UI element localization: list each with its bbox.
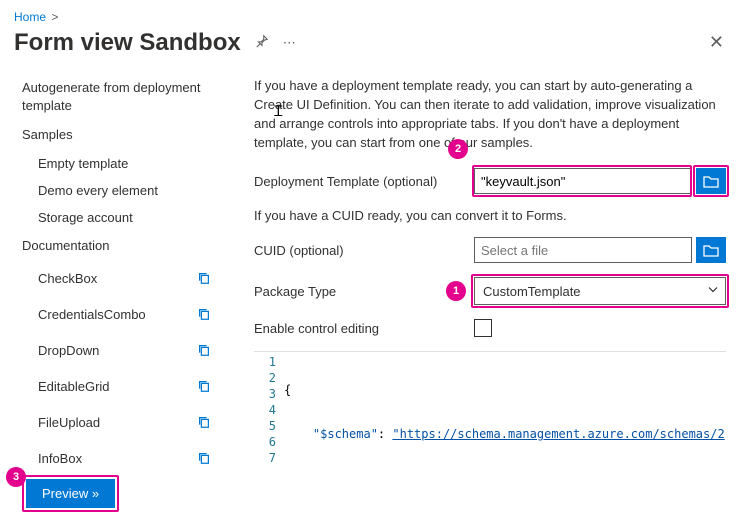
copy-icon[interactable] — [192, 446, 216, 470]
cuid-text: If you have a CUID ready, you can conver… — [254, 208, 726, 223]
sidebar-item-storage-account[interactable]: Storage account — [6, 204, 222, 231]
deployment-template-input[interactable] — [474, 168, 692, 194]
sidebar-item-demo-every-element[interactable]: Demo every element — [6, 177, 222, 204]
sidebar-item-editablegrid[interactable]: EditableGrid — [6, 368, 222, 404]
label-cuid: CUID (optional) — [254, 243, 474, 258]
preview-button[interactable]: Preview » — [26, 479, 115, 508]
sidebar-item-empty-template[interactable]: Empty template — [6, 150, 222, 177]
copy-icon[interactable] — [192, 302, 216, 326]
row-deployment-template: Deployment Template (optional) — [254, 168, 726, 194]
row-enable-editing: Enable control editing — [254, 319, 726, 337]
sidebar-item-fileupload[interactable]: FileUpload — [6, 404, 222, 440]
sidebar: Autogenerate from deployment template Sa… — [0, 67, 222, 487]
more-icon[interactable]: ⋯ — [283, 35, 297, 51]
copy-icon[interactable] — [192, 410, 216, 434]
cuid-input[interactable] — [474, 237, 692, 263]
code-editor[interactable]: 1234567 { "$schema": "https://schema.man… — [254, 351, 726, 466]
breadcrumb-sep: > — [51, 10, 58, 24]
intro-text: If you have a deployment template ready,… — [254, 77, 726, 152]
row-package-type: Package Type 1 CustomTemplate — [254, 277, 726, 305]
copy-icon[interactable] — [192, 266, 216, 290]
cuid-browse-button[interactable] — [696, 237, 726, 263]
deployment-template-browse-button[interactable] — [696, 168, 726, 194]
page-header: Form view Sandbox ⋯ ✕ — [0, 26, 742, 67]
breadcrumb-home[interactable]: Home — [14, 10, 46, 24]
copy-icon[interactable] — [192, 374, 216, 398]
main-panel: If you have a deployment template ready,… — [232, 67, 742, 487]
callout-badge-3: 3 — [6, 467, 26, 487]
sidebar-group-documentation[interactable]: Documentation — [6, 231, 222, 261]
enable-editing-checkbox[interactable] — [474, 319, 492, 337]
sidebar-item-checkbox[interactable]: CheckBox — [6, 260, 222, 296]
breadcrumb: Home > — [0, 0, 742, 26]
label-enable-editing: Enable control editing — [254, 321, 474, 336]
close-icon[interactable]: ✕ — [705, 28, 728, 57]
page-title: Form view Sandbox — [14, 29, 241, 57]
label-deployment-template: Deployment Template (optional) — [254, 174, 474, 189]
label-package-type: Package Type — [254, 284, 474, 299]
sidebar-group-autogen[interactable]: Autogenerate from deployment template — [6, 73, 222, 120]
sidebar-group-samples[interactable]: Samples — [6, 120, 222, 150]
pin-icon[interactable] — [255, 34, 269, 51]
package-type-value: CustomTemplate — [483, 284, 581, 299]
sidebar-item-credentialscombo[interactable]: CredentialsCombo — [6, 296, 222, 332]
footer: 3 Preview » — [0, 465, 115, 524]
package-type-select[interactable]: CustomTemplate — [474, 277, 726, 305]
sidebar-item-dropdown[interactable]: DropDown — [6, 332, 222, 368]
row-cuid: CUID (optional) — [254, 237, 726, 263]
editor-gutter: 1234567 — [254, 352, 284, 466]
chevron-down-icon — [707, 284, 719, 299]
callout-badge-2: 2 — [448, 139, 468, 159]
copy-icon[interactable] — [192, 338, 216, 362]
editor-content[interactable]: { "$schema": "https://schema.management.… — [284, 352, 726, 466]
